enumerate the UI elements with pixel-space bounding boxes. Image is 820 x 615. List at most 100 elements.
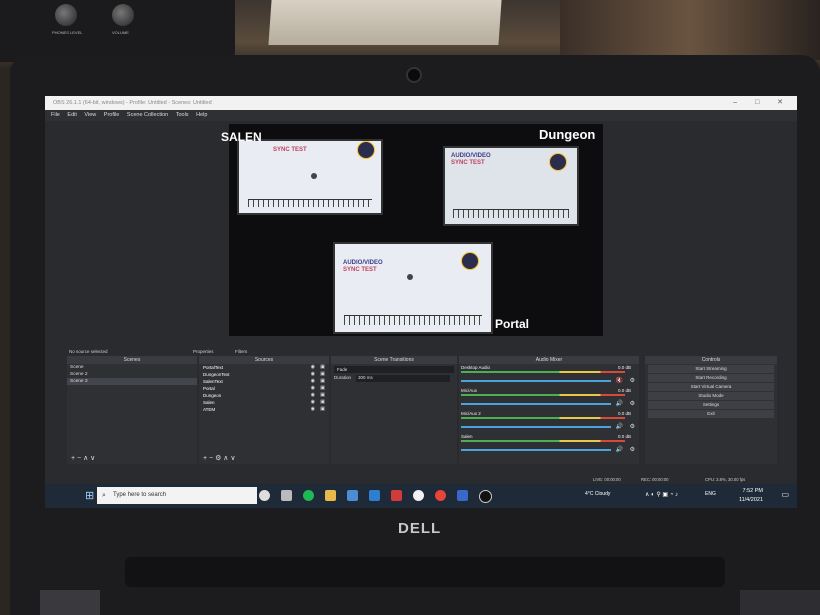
screen: OBS 26.1.1 (64-bit, windows) - Profile: …: [45, 96, 797, 508]
level-meter: [461, 394, 625, 396]
chrome-icon[interactable]: [435, 490, 446, 501]
duration-input[interactable]: 300 ms: [356, 375, 450, 382]
source-item[interactable]: Dungeon ◉ ▣: [199, 392, 329, 399]
start-streaming-button[interactable]: Start Streaming: [648, 365, 774, 373]
gear-icon[interactable]: ⚙: [630, 423, 635, 430]
webcam: [406, 67, 422, 83]
eye-icon[interactable]: ◉: [311, 406, 315, 413]
eye-icon[interactable]: ◉: [311, 371, 315, 378]
menu-profile[interactable]: Profile: [104, 112, 120, 118]
filters-button[interactable]: Filters: [235, 347, 247, 356]
transition-type: Fade: [337, 367, 348, 372]
gear-icon[interactable]: ⚙: [630, 400, 635, 407]
scene-item[interactable]: Scene 2: [67, 371, 197, 378]
clock[interactable]: 7:52 PM 11/4/2021: [739, 487, 763, 505]
volume-slider[interactable]: [461, 380, 611, 382]
notification-icon[interactable]: ▭: [781, 490, 789, 499]
channel-db: 0.0 dB: [617, 388, 631, 393]
transitions-title: Scene Transitions: [331, 356, 457, 364]
transitions-dock: Scene Transitions Fade Duration 300 ms: [331, 356, 457, 464]
search-icon: ⌕: [102, 492, 106, 499]
lock-icon[interactable]: ▣: [320, 364, 325, 371]
menu-edit[interactable]: Edit: [67, 112, 76, 118]
muted-speaker-icon[interactable]: 🔇: [616, 377, 623, 384]
scene-item[interactable]: Scene: [67, 364, 197, 371]
exit-button[interactable]: Exit: [648, 410, 774, 418]
volume-slider[interactable]: [461, 449, 611, 451]
window-controls[interactable]: – □ ✕: [733, 96, 791, 110]
menu-help[interactable]: Help: [196, 112, 207, 118]
task-view-icon[interactable]: [281, 490, 292, 501]
eye-icon[interactable]: ◉: [311, 378, 315, 385]
speaker-icon[interactable]: 🔊: [616, 400, 623, 407]
lock-icon[interactable]: ▣: [320, 406, 325, 413]
atem-icon[interactable]: [457, 490, 468, 501]
mixer-title: Audio Mixer: [459, 356, 639, 364]
gear-icon[interactable]: ⚙: [630, 377, 635, 384]
windows-start-icon[interactable]: ⊞: [85, 489, 94, 502]
channel-db: 0.0 dB: [617, 434, 631, 439]
source-name: PortalText: [203, 365, 224, 370]
lock-icon[interactable]: ▣: [320, 392, 325, 399]
lock-icon[interactable]: ▣: [320, 399, 325, 406]
start-recording-button[interactable]: Start Recording: [648, 374, 774, 382]
lock-icon[interactable]: ▣: [320, 385, 325, 392]
speaker-icon[interactable]: 🔊: [616, 423, 623, 430]
audio-mixer-dock: Audio Mixer Desktop Audio 0.0 dB 🔇 ⚙ Mic…: [459, 356, 639, 464]
weather-text[interactable]: 4°C Cloudy: [585, 491, 610, 497]
timeline-ticks: [247, 200, 373, 208]
source-item[interactable]: Salen ◉ ▣: [199, 399, 329, 406]
source-item[interactable]: DungeonText ◉ ▣: [199, 371, 329, 378]
office-icon[interactable]: [391, 490, 402, 501]
live-timer: LIVE: 00:00:00: [593, 477, 621, 482]
language-indicator[interactable]: ENG: [705, 491, 716, 497]
lock-icon[interactable]: ▣: [320, 378, 325, 385]
sources-toolbar[interactable]: + − ⚙ ∧ ∨: [199, 454, 329, 464]
source-item[interactable]: SalenText ◉ ▣: [199, 378, 329, 385]
gear-icon[interactable]: ⚙: [630, 446, 635, 453]
eye-icon[interactable]: ◉: [311, 385, 315, 392]
source-name: DungeonText: [203, 372, 230, 377]
source-item[interactable]: Portal ◉ ▣: [199, 385, 329, 392]
eye-icon[interactable]: ◉: [311, 364, 315, 371]
file-explorer-icon[interactable]: [325, 490, 336, 501]
source-item[interactable]: ATEM ◉ ▣: [199, 406, 329, 413]
source-name: Dungeon: [203, 393, 222, 398]
volume-slider[interactable]: [461, 403, 611, 405]
card-title: SYNC TEST: [273, 147, 307, 153]
transition-select[interactable]: Fade: [334, 366, 454, 373]
spotify-icon[interactable]: [303, 490, 314, 501]
menu-view[interactable]: View: [84, 112, 96, 118]
eye-icon[interactable]: ◉: [311, 392, 315, 399]
obs-icon[interactable]: [479, 490, 492, 503]
scene-item-selected[interactable]: Scene 3: [67, 378, 197, 385]
preview-canvas[interactable]: SYNC TEST SALEN AUDIO/VIDEO SYNC TEST Du…: [221, 124, 603, 336]
volume-slider[interactable]: [461, 426, 611, 428]
desk-paper: [268, 0, 502, 45]
menu-file[interactable]: File: [51, 112, 60, 118]
clock-time: 7:52 PM: [742, 488, 763, 494]
properties-button[interactable]: Properties: [193, 347, 214, 356]
lock-icon[interactable]: ▣: [320, 371, 325, 378]
search-placeholder: Type here to search: [113, 492, 167, 498]
scenes-toolbar[interactable]: + − ∧ ∨: [67, 454, 197, 464]
store-icon[interactable]: [347, 490, 358, 501]
speaker-icon[interactable]: 🔊: [616, 446, 623, 453]
eye-icon[interactable]: ◉: [311, 399, 315, 406]
settings-app-icon[interactable]: [413, 490, 424, 501]
mail-icon[interactable]: [369, 490, 380, 501]
tray-icons[interactable]: ∧ ◐ ⚲ ▣ ◔ ♪: [645, 491, 678, 498]
start-virtual-camera-button[interactable]: Start Virtual Camera: [648, 383, 774, 391]
cortana-icon[interactable]: [259, 490, 270, 501]
scenes-title: Scenes: [67, 356, 197, 364]
preview-area: SYNC TEST SALEN AUDIO/VIDEO SYNC TEST Du…: [45, 121, 797, 347]
taskbar-search[interactable]: ⌕ Type here to search: [97, 487, 257, 504]
source-item[interactable]: PortalText ◉ ▣: [199, 364, 329, 371]
device-label: PHONES LEVEL: [52, 30, 83, 35]
menu-scene-collection[interactable]: Scene Collection: [127, 112, 168, 118]
menu-bar: File Edit View Profile Scene Collection …: [45, 110, 797, 121]
menu-tools[interactable]: Tools: [176, 112, 189, 118]
channel-name: Mic/Aux 2: [461, 411, 481, 416]
settings-button[interactable]: Settings: [648, 401, 774, 409]
studio-mode-button[interactable]: Studio Mode: [648, 392, 774, 400]
